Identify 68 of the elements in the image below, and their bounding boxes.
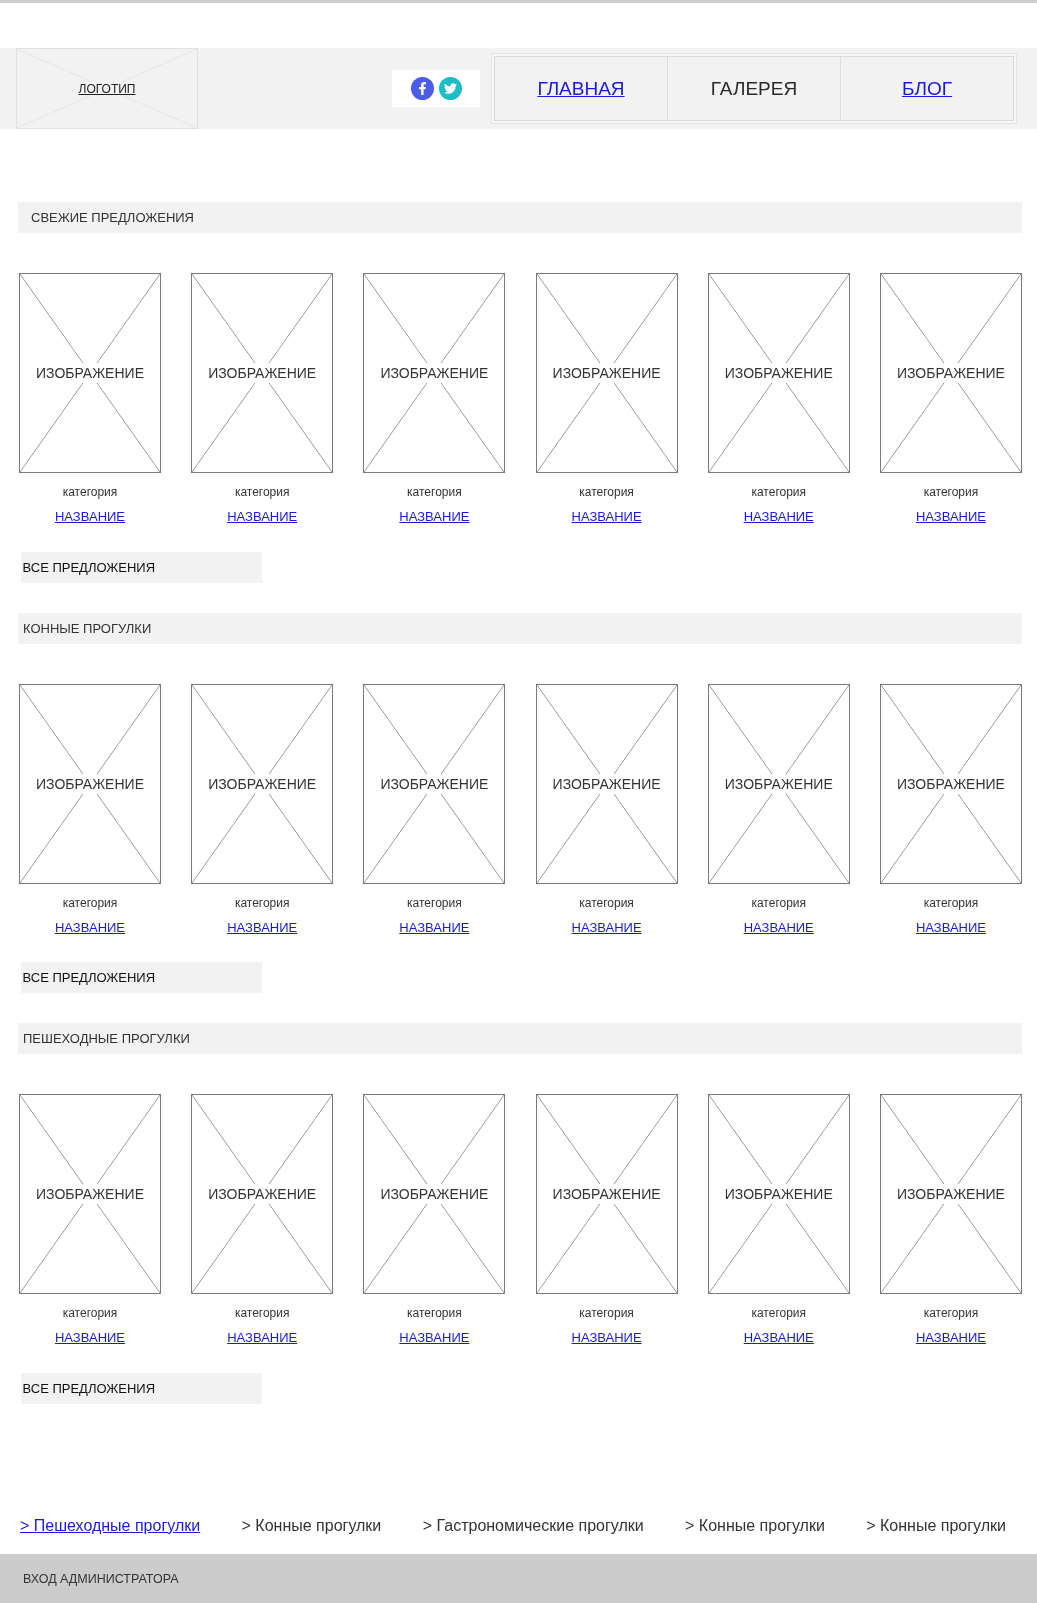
- title-link[interactable]: НАЗВАНИЕ: [743, 1330, 814, 1346]
- title-link[interactable]: НАЗВАНИЕ: [915, 509, 986, 525]
- image-label: ИЗОБРАЖЕНИЕ: [550, 773, 663, 794]
- image-label: ИЗОБРАЖЕНИЕ: [34, 1184, 146, 1204]
- image-label: ИЗОБРАЖЕНИЕ: [378, 1184, 491, 1204]
- logo-link[interactable]: ЛОГОТИП: [75, 81, 139, 96]
- nav-link[interactable]: ГЛАВНАЯ: [495, 57, 667, 120]
- category-label: категория: [62, 485, 118, 499]
- category-label: категория: [407, 1306, 462, 1320]
- image-label: ИЗОБРАЖЕНИЕ: [722, 1184, 835, 1204]
- image-label: ИЗОБРАЖЕНИЕ: [378, 773, 491, 794]
- category-label: категория: [751, 485, 807, 499]
- title-link[interactable]: НАЗВАНИЕ: [915, 1330, 986, 1346]
- image-label: ИЗОБРАЖЕНИЕ: [378, 363, 491, 383]
- category-label: категория: [579, 485, 634, 499]
- title-link[interactable]: НАЗВАНИЕ: [54, 1330, 126, 1346]
- image-label: ИЗОБРАЖЕНИЕ: [206, 1184, 319, 1204]
- image-label: ИЗОБРАЖЕНИЕ: [550, 1184, 663, 1204]
- title-link[interactable]: НАЗВАНИЕ: [571, 919, 642, 936]
- title-link[interactable]: НАЗВАНИЕ: [227, 919, 298, 936]
- footer-link[interactable]: > Гастрономические прогулки: [422, 1515, 644, 1536]
- image-label: ИЗОБРАЖЕНИЕ: [206, 773, 319, 794]
- category-label: категория: [234, 485, 290, 499]
- image-label: ИЗОБРАЖЕНИЕ: [34, 363, 146, 383]
- category-label: категория: [579, 895, 634, 910]
- title-link[interactable]: НАЗВАНИЕ: [571, 1330, 642, 1346]
- category-label: категория: [923, 485, 979, 499]
- title-link[interactable]: НАЗВАНИЕ: [399, 919, 470, 936]
- category-label: категория: [579, 1306, 634, 1320]
- footer-link[interactable]: > Конные прогулки: [241, 1515, 382, 1536]
- title-link[interactable]: НАЗВАНИЕ: [54, 919, 126, 936]
- section-title: КОННЫЕ ПРОГУЛКИ: [18, 612, 1022, 644]
- title-link[interactable]: НАЗВАНИЕ: [743, 509, 814, 525]
- image-label: ИЗОБРАЖЕНИЕ: [34, 773, 146, 794]
- title-link[interactable]: НАЗВАНИЕ: [915, 919, 986, 936]
- nav-link[interactable]: БЛОГ: [840, 57, 1013, 120]
- category-label: категория: [751, 895, 807, 910]
- title-link[interactable]: НАЗВАНИЕ: [399, 509, 470, 525]
- title-link[interactable]: НАЗВАНИЕ: [227, 1330, 298, 1346]
- footer-link[interactable]: > Пешеходные прогулки: [20, 1515, 201, 1536]
- footer-link[interactable]: > Конные прогулки: [866, 1515, 1006, 1536]
- footer-link[interactable]: > Конные прогулки: [685, 1515, 825, 1536]
- category-label: категория: [234, 895, 290, 910]
- category-label: категория: [923, 895, 979, 910]
- nav-link[interactable]: ГАЛЕРЕЯ: [667, 57, 840, 120]
- admin-login-link[interactable]: ВХОД АДМИНИСТРАТОРА: [23, 1571, 179, 1586]
- category-label: категория: [923, 1306, 979, 1320]
- all-offers-button[interactable]: ВСЕ ПРЕДЛОЖЕНИЯ: [20, 1372, 262, 1404]
- title-link[interactable]: НАЗВАНИЕ: [571, 509, 642, 525]
- category-label: категория: [62, 895, 118, 910]
- image-label: ИЗОБРАЖЕНИЕ: [550, 363, 663, 383]
- all-offers-button[interactable]: ВСЕ ПРЕДЛОЖЕНИЯ: [20, 551, 262, 583]
- category-label: категория: [407, 895, 462, 910]
- section-title: СВЕЖИЕ ПРЕДЛОЖЕНИЯ: [18, 202, 1022, 233]
- category-label: категория: [234, 1306, 290, 1320]
- image-label: ИЗОБРАЖЕНИЕ: [722, 773, 835, 794]
- category-label: категория: [62, 1306, 118, 1320]
- title-link[interactable]: НАЗВАНИЕ: [743, 919, 814, 936]
- category-label: категория: [751, 1306, 807, 1320]
- image-label: ИЗОБРАЖЕНИЕ: [206, 363, 319, 383]
- category-label: категория: [407, 485, 462, 499]
- facebook-icon[interactable]: [410, 77, 434, 100]
- image-label: ИЗОБРАЖЕНИЕ: [722, 363, 835, 383]
- title-link[interactable]: НАЗВАНИЕ: [399, 1330, 470, 1346]
- all-offers-button[interactable]: ВСЕ ПРЕДЛОЖЕНИЯ: [20, 962, 262, 993]
- section-title: ПЕШЕХОДНЫЕ ПРОГУЛКИ: [18, 1023, 1022, 1054]
- title-link[interactable]: НАЗВАНИЕ: [227, 509, 298, 525]
- title-link[interactable]: НАЗВАНИЕ: [54, 509, 126, 525]
